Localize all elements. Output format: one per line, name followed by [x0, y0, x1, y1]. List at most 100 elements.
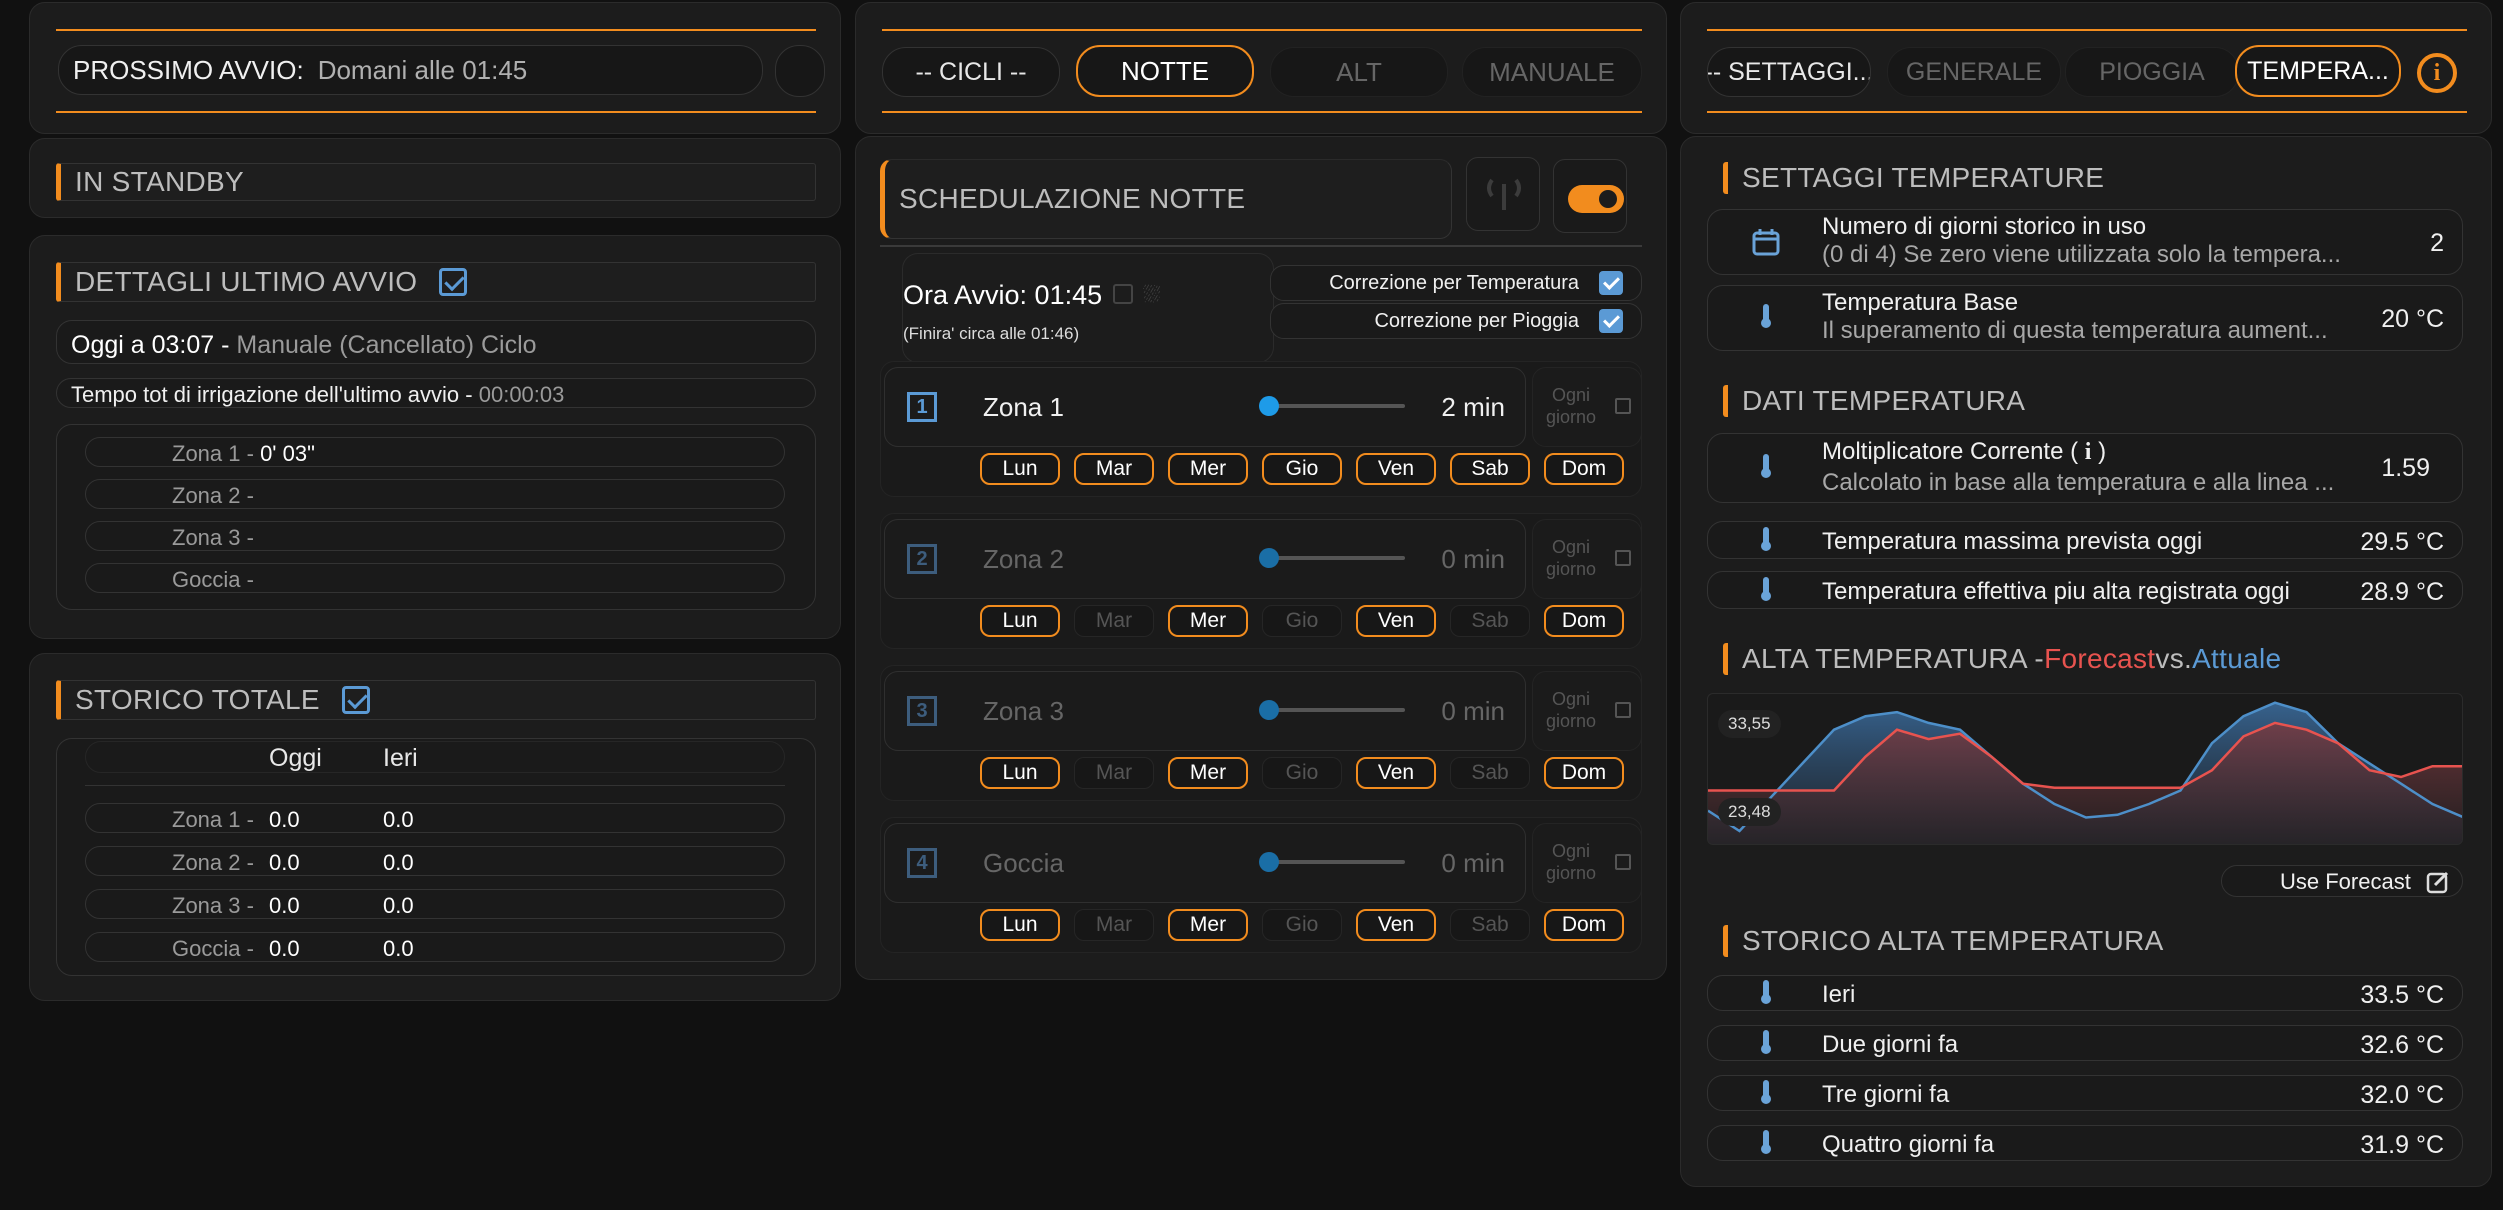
every-day-label: Ogni giorno [1545, 537, 1597, 579]
rain-correction-checkbox[interactable] [1599, 309, 1623, 333]
thermometer-icon [1761, 980, 1771, 1006]
day-toggle[interactable]: Sab [1450, 757, 1530, 789]
tab-cicli[interactable]: -- CICLI -- [882, 47, 1060, 97]
antenna-button[interactable] [1466, 157, 1540, 231]
calendar-icon[interactable] [1113, 284, 1133, 304]
multiplier-row[interactable]: Moltiplicatore Corrente ( i ) Calcolato … [1707, 433, 2463, 503]
day-toggle[interactable]: Lun [980, 453, 1060, 485]
schedule-enable-toggle[interactable] [1568, 185, 1624, 213]
day-toggle[interactable]: Dom [1544, 757, 1624, 789]
last-run-what: Manuale (Cancellato) Ciclo [236, 331, 537, 359]
day-toggle[interactable]: Lun [980, 909, 1060, 941]
info-icon[interactable]: i [2417, 53, 2457, 93]
day-toggle[interactable]: Mer [1168, 757, 1248, 789]
rain-off-icon[interactable]: ⛆ [1143, 282, 1161, 308]
day-toggle[interactable]: Sab [1450, 453, 1530, 485]
zone-row: 1 Zona 1 2 min [884, 367, 1526, 447]
use-forecast-button[interactable]: Use Forecast [2221, 865, 2463, 897]
last-run-card: DETTAGLI ULTIMO AVVIO Oggi a 03:07 - Man… [29, 235, 841, 639]
thermometer-icon [1761, 1130, 1771, 1156]
zone-number-icon: 4 [907, 848, 937, 878]
next-start-pill: PROSSIMO AVVIO: Domani alle 01:45 [58, 45, 763, 95]
last-run-zone-row: Goccia - [85, 563, 785, 593]
last-run-checkbox-icon[interactable] [439, 268, 468, 296]
tab-alt[interactable]: ALT [1270, 47, 1448, 97]
schedule-title: SCHEDULAZIONE NOTTE [880, 159, 1452, 239]
tab-generale[interactable]: GENERALE [1887, 47, 2061, 97]
base-temp-row[interactable]: Temperatura Base Il superamento di quest… [1707, 285, 2463, 351]
zone-slider-knob[interactable] [1259, 548, 1279, 568]
tab-manuale[interactable]: MANUALE [1462, 47, 1642, 97]
history-days-row[interactable]: Numero di giorni storico in uso (0 di 4)… [1707, 209, 2463, 275]
day-toggle[interactable]: Mar [1074, 757, 1154, 789]
thermometer-icon [1761, 454, 1771, 480]
max-actual-row[interactable]: Temperatura effettiva piu alta registrat… [1707, 571, 2463, 609]
thermometer-icon [1761, 1030, 1771, 1056]
zone-slider-knob[interactable] [1259, 396, 1279, 416]
day-toggle[interactable]: Sab [1450, 909, 1530, 941]
every-day-box[interactable]: Ogni giorno [1532, 519, 1642, 599]
day-toggle[interactable]: Mar [1074, 909, 1154, 941]
temp-correction-checkbox[interactable] [1599, 271, 1623, 295]
day-toggle[interactable]: Ven [1356, 909, 1436, 941]
day-toggle[interactable]: Gio [1262, 757, 1342, 789]
zone-duration-slider[interactable] [1269, 860, 1405, 864]
every-day-box[interactable]: Ogni giorno [1532, 671, 1642, 751]
max-forecast-row[interactable]: Temperatura massima prevista oggi 29.5 °… [1707, 521, 2463, 559]
thermometer-icon [1761, 577, 1771, 603]
day-toggle[interactable]: Ven [1356, 757, 1436, 789]
last-run-when: Oggi a 03:07 - [71, 331, 230, 359]
day-toggle[interactable]: Dom [1544, 909, 1624, 941]
temp-history-row[interactable]: Quattro giorni fa 31.9 °C [1707, 1125, 2463, 1161]
tab-temperature[interactable]: TEMPERA... [2235, 45, 2401, 97]
day-toggle[interactable]: Gio [1262, 909, 1342, 941]
zone-duration-slider[interactable] [1269, 556, 1405, 560]
day-toggle[interactable]: Ven [1356, 453, 1436, 485]
tab-settaggi[interactable]: -- SETTAGGI... [1707, 47, 1871, 97]
last-run-zone-row: Zona 3 - [85, 521, 785, 551]
day-toggle[interactable]: Sab [1450, 605, 1530, 637]
temperature-chart[interactable]: 33,55 23,48 [1707, 693, 2463, 845]
history-row: Zona 3 - 0.0 0.0 [85, 889, 785, 919]
every-day-checkbox[interactable] [1615, 854, 1631, 870]
every-day-box[interactable]: Ogni giorno [1532, 823, 1642, 903]
day-toggle[interactable]: Mer [1168, 909, 1248, 941]
day-toggle[interactable]: Lun [980, 757, 1060, 789]
day-toggle[interactable]: Ven [1356, 605, 1436, 637]
history-row: Zona 1 - 0.0 0.0 [85, 803, 785, 833]
every-day-checkbox[interactable] [1615, 702, 1631, 718]
history-header-row: Oggi Ieri [85, 741, 785, 773]
multiplier-info-icon[interactable]: i [2085, 439, 2092, 465]
chart-svg [1708, 701, 2462, 844]
total-history-checkbox-icon[interactable] [341, 686, 370, 714]
next-start-action-button[interactable] [775, 45, 825, 97]
day-toggle[interactable]: Gio [1262, 453, 1342, 485]
zone-slider-knob[interactable] [1259, 700, 1279, 720]
tab-pioggia[interactable]: PIOGGIA [2065, 47, 2239, 97]
day-toggle[interactable]: Mar [1074, 605, 1154, 637]
start-time-box: Ora Avvio: 01:45 ⛆ (Finira' circa alle 0… [902, 253, 1274, 363]
day-toggle[interactable]: Mer [1168, 453, 1248, 485]
zone-duration-slider[interactable] [1269, 708, 1405, 712]
antenna-icon [1487, 178, 1521, 210]
temp-history-row[interactable]: Due giorni fa 32.6 °C [1707, 1025, 2463, 1061]
zone-duration-slider[interactable] [1269, 404, 1405, 408]
day-toggle[interactable]: Dom [1544, 453, 1624, 485]
last-run-total-time: Tempo tot di irrigazione dell'ultimo avv… [56, 378, 816, 408]
every-day-label: Ogni giorno [1545, 841, 1597, 883]
day-toggle[interactable]: Gio [1262, 605, 1342, 637]
rain-correction-row: Correzione per Pioggia [1270, 303, 1642, 339]
temp-history-row[interactable]: Tre giorni fa 32.0 °C [1707, 1075, 2463, 1111]
thermometer-icon [1761, 527, 1771, 553]
every-day-checkbox[interactable] [1615, 398, 1631, 414]
day-toggle[interactable]: Lun [980, 605, 1060, 637]
day-toggle[interactable]: Dom [1544, 605, 1624, 637]
zone-slider-knob[interactable] [1259, 852, 1279, 872]
temp-history-row[interactable]: Ieri 33.5 °C [1707, 975, 2463, 1011]
tab-notte[interactable]: NOTTE [1076, 45, 1254, 97]
every-day-checkbox[interactable] [1615, 550, 1631, 566]
zone-number-icon: 2 [907, 544, 937, 574]
day-toggle[interactable]: Mer [1168, 605, 1248, 637]
every-day-box[interactable]: Ogni giorno [1532, 367, 1642, 447]
day-toggle[interactable]: Mar [1074, 453, 1154, 485]
